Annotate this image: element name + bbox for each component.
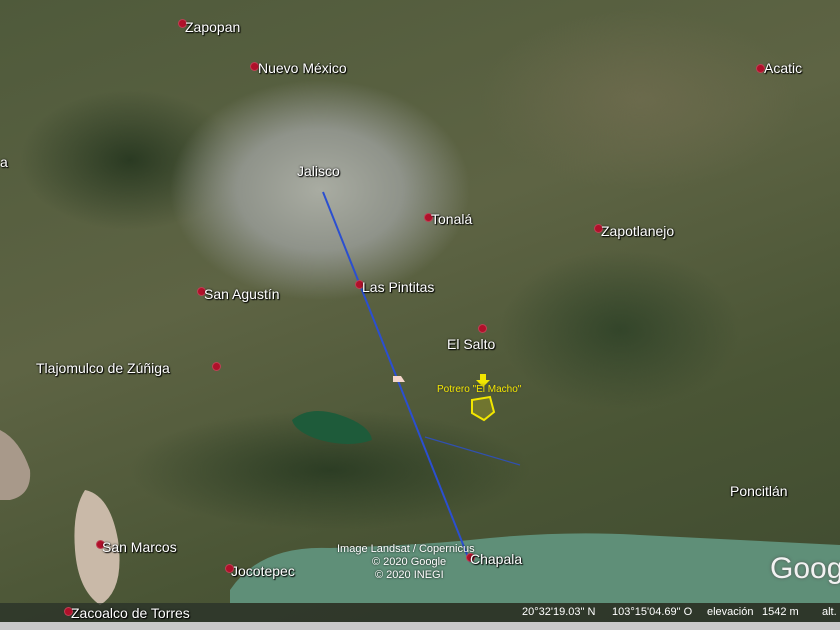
place-zapotlanejo[interactable]: Zapotlanejo xyxy=(601,223,674,239)
path-line-secondary xyxy=(424,436,521,466)
lake-chapala xyxy=(230,533,840,603)
place-poncitlan[interactable]: Poncitlán xyxy=(730,483,788,499)
satellite-map[interactable]: Zapopan Nuevo México Acatic Jalisco Tona… xyxy=(0,0,840,630)
google-logo: Google xyxy=(770,552,840,585)
latitude: 20°32'19.03" N xyxy=(522,606,596,618)
attribution-google: © 2020 Google xyxy=(372,556,447,568)
place-partial[interactable]: a xyxy=(0,154,8,170)
place-tlajomulco[interactable]: Tlajomulco de Zúñiga xyxy=(36,360,170,376)
place-acatic[interactable]: Acatic xyxy=(764,60,802,76)
place-el-salto[interactable]: El Salto xyxy=(447,336,495,352)
elevation-value: 1542 m xyxy=(762,606,799,618)
lake-cajititlan xyxy=(292,411,372,444)
place-san-agustin[interactable]: San Agustín xyxy=(204,286,280,302)
elevation-label: elevación xyxy=(707,606,754,618)
lake-west xyxy=(0,430,31,500)
attribution-inegi: © 2020 INEGI xyxy=(375,569,444,581)
placemark-label[interactable]: Potrero "El Macho" xyxy=(437,384,521,395)
potrero-polygon[interactable] xyxy=(471,395,496,422)
place-nuevo-mexico[interactable]: Nuevo México xyxy=(258,60,347,76)
attribution-imagery: Image Landsat / Copernicus xyxy=(337,543,475,555)
landmark-icon xyxy=(393,376,405,382)
place-san-marcos[interactable]: San Marcos xyxy=(102,539,177,555)
place-tonala[interactable]: Tonalá xyxy=(431,211,472,227)
longitude: 103°15'04.69" O xyxy=(612,606,693,618)
place-dot xyxy=(478,324,487,333)
place-dot xyxy=(212,362,221,371)
map-overlay xyxy=(0,191,840,605)
place-jalisco[interactable]: Jalisco xyxy=(297,163,340,179)
place-zacoalco[interactable]: Zacoalco de Torres xyxy=(71,605,190,621)
altitude-label: alt. xyxy=(822,606,837,618)
place-las-pintitas[interactable]: Las Pintitas xyxy=(362,279,434,295)
bottom-bar xyxy=(0,622,840,630)
place-chapala[interactable]: Chapala xyxy=(470,551,522,567)
place-jocotepec[interactable]: Jocotepec xyxy=(231,563,295,579)
place-zapopan[interactable]: Zapopan xyxy=(185,19,240,35)
